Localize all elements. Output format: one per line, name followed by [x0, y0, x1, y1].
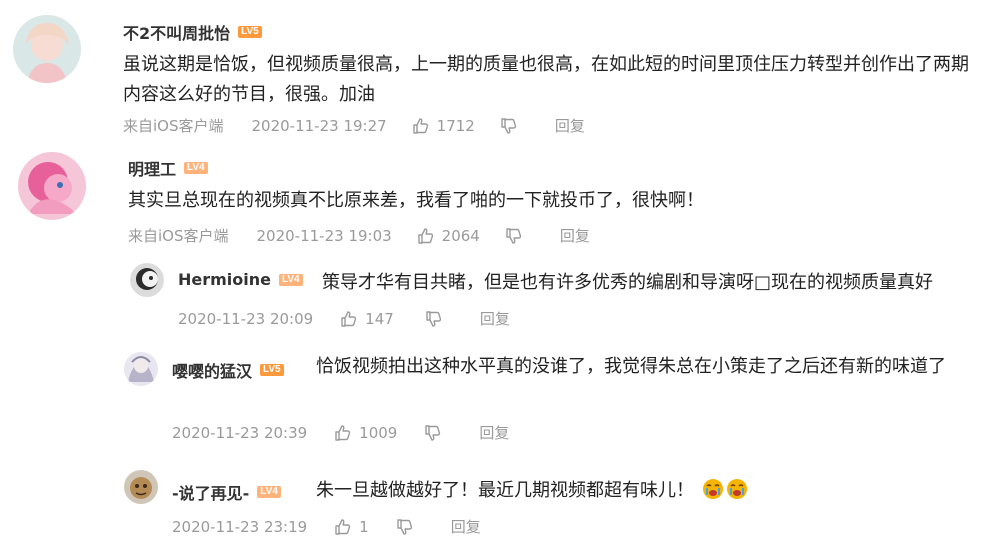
dislike-button[interactable]	[499, 116, 519, 136]
avatar[interactable]	[13, 15, 81, 83]
thumb-down-icon	[499, 116, 519, 136]
comment-username[interactable]: 明理工 LV4	[128, 156, 208, 180]
comment-text: 其实旦总现在的视频真不比原来差，我看了啪的一下就投币了，很快啊！	[128, 190, 704, 211]
reply-meta: 2020-11-23 20:39 1009 回复	[172, 422, 509, 443]
like-count: 2064	[441, 226, 480, 245]
comment-text: 虽说这期是恰饭，但视频质量很高，上一期的质量也很高，在如此短的时间里顶住压力转型…	[123, 54, 969, 105]
thumb-down-icon	[504, 226, 524, 246]
username-text[interactable]: 明理工	[128, 156, 176, 180]
thumb-up-icon	[411, 116, 431, 136]
reply-button[interactable]: 回复	[479, 422, 509, 443]
comment-username[interactable]: 不2不叫周批怡 LV5	[123, 20, 262, 44]
like-count: 147	[365, 309, 394, 328]
avatar-image	[124, 470, 158, 504]
level-badge: LV4	[184, 162, 208, 174]
reply-username[interactable]: -说了再见- LV4	[172, 480, 281, 504]
avatar-image	[130, 263, 164, 297]
level-badge: LV4	[279, 273, 303, 286]
avatar-image	[18, 152, 86, 220]
avatar[interactable]	[18, 152, 86, 220]
avatar-image	[124, 352, 158, 386]
crying-emoji-icon	[702, 479, 723, 499]
crying-emoji-icon	[726, 479, 747, 499]
reply-text: 朱一旦越做越好了！最近几期视频都超有味儿！	[316, 480, 694, 501]
avatar[interactable]	[130, 263, 164, 297]
thumb-down-icon	[423, 423, 443, 443]
reply-meta: 2020-11-23 20:09 147 回复	[178, 308, 510, 329]
dislike-button[interactable]	[504, 226, 524, 246]
reply-text-line: 朱一旦越做越好了！最近几期视频都超有味儿！	[316, 476, 748, 502]
reply-button[interactable]: 回复	[451, 516, 481, 537]
reply-time: 2020-11-23 20:39	[172, 423, 308, 442]
like-button[interactable]: 2064	[416, 226, 480, 246]
reply-button[interactable]: 回复	[480, 308, 510, 329]
comment-source: 来自iOS客户端	[128, 227, 229, 245]
like-button[interactable]: 147	[339, 309, 394, 329]
like-button[interactable]: 1009	[333, 423, 397, 443]
reply-time: 2020-11-23 20:09	[178, 309, 314, 328]
thumb-down-icon	[424, 309, 444, 329]
avatar[interactable]	[124, 352, 158, 386]
reply-meta: 2020-11-23 23:19 1 回复	[172, 516, 481, 537]
comment-meta: 来自iOS客户端 2020-11-23 19:03 2064 回复	[128, 225, 590, 246]
level-badge: LV5	[238, 26, 262, 38]
thumb-down-icon	[395, 517, 415, 537]
reply-button[interactable]: 回复	[560, 225, 590, 246]
thumb-up-icon	[416, 226, 436, 246]
like-button[interactable]: 1	[333, 517, 369, 537]
reply-time: 2020-11-23 23:19	[172, 517, 308, 536]
username-text[interactable]: Hermioine	[178, 270, 271, 289]
like-count: 1	[359, 517, 369, 536]
reply-text: 恰饭视频拍出这种水平真的没谁了，我觉得朱总在小策走了之后还有新的味道了	[316, 356, 946, 377]
avatar-image	[13, 15, 81, 83]
username-text[interactable]: -说了再见-	[172, 480, 249, 504]
like-count: 1009	[359, 423, 398, 442]
thumb-up-icon	[333, 517, 353, 537]
thumb-up-icon	[339, 309, 359, 329]
comment-source: 来自iOS客户端	[123, 117, 224, 135]
reply-text: 策导才华有目共睹，但是也有许多优秀的编剧和导演呀□现在的视频质量真好	[322, 272, 934, 293]
like-count: 1712	[436, 116, 475, 135]
dislike-button[interactable]	[395, 517, 415, 537]
thumb-up-icon	[333, 423, 353, 443]
avatar[interactable]	[124, 470, 158, 504]
username-text[interactable]: 不2不叫周批怡	[123, 20, 230, 44]
dislike-button[interactable]	[424, 309, 444, 329]
like-button[interactable]: 1712	[411, 116, 475, 136]
comment-time: 2020-11-23 19:03	[256, 226, 392, 245]
level-badge: LV4	[257, 486, 281, 498]
reply-username[interactable]: Hermioine LV4	[178, 270, 303, 289]
reply-button[interactable]: 回复	[555, 115, 585, 136]
comment-meta: 来自iOS客户端 2020-11-23 19:27 1712 回复	[123, 115, 585, 136]
comment-time: 2020-11-23 19:27	[251, 116, 387, 135]
dislike-button[interactable]	[423, 423, 443, 443]
